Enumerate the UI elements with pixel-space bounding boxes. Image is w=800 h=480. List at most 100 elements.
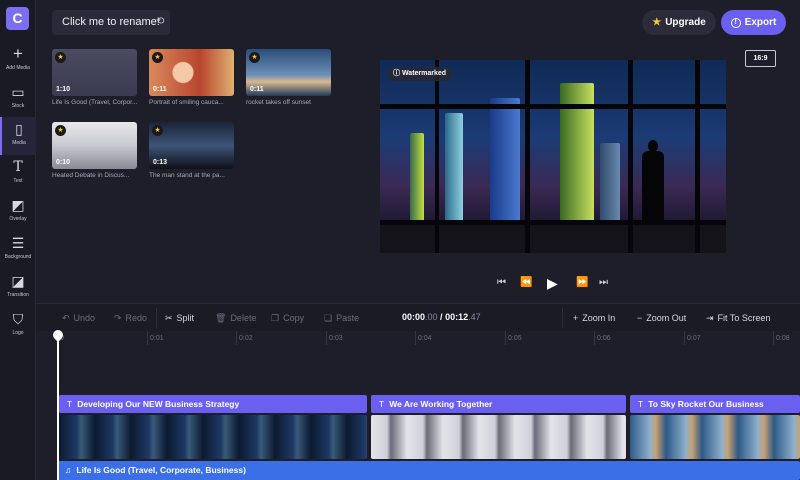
ruler-tick: 0:02 bbox=[239, 335, 253, 342]
delete-button[interactable]: 🗑 Delete bbox=[215, 309, 256, 328]
media-item[interactable]: ★ 0:13 The man stand at the pa... bbox=[149, 122, 234, 179]
sidebar-item-media[interactable]: ▯ Media bbox=[0, 117, 36, 155]
video-clip[interactable] bbox=[59, 415, 367, 459]
media-item[interactable]: ★ 0:10 Heated Debate in Discus... bbox=[52, 122, 137, 179]
delete-label: Delete bbox=[230, 313, 257, 323]
premium-star-icon: ★ bbox=[55, 52, 66, 63]
sidebar-item-stock[interactable]: ▭ Stock bbox=[0, 80, 36, 118]
sidebar-item-label: Overlay bbox=[9, 216, 27, 222]
redo-icon: ↷ bbox=[114, 313, 122, 323]
media-thumbnail: ★ 0:13 bbox=[149, 122, 234, 169]
sidebar-item-add-media[interactable]: + Add Media bbox=[0, 42, 36, 80]
sidebar-item-overlay[interactable]: ◩ Overlay bbox=[0, 193, 36, 231]
skip-to-start-icon[interactable]: ⏮ bbox=[497, 277, 506, 288]
sync-icon[interactable]: ⟲ bbox=[156, 16, 164, 27]
text-icon: T bbox=[67, 399, 73, 409]
ruler-tick-line bbox=[773, 331, 774, 345]
overlay-icon: ◩ bbox=[11, 197, 25, 213]
media-item[interactable]: ★ 1:10 Life Is Good (Travel, Corpor... bbox=[52, 49, 137, 106]
sidebar-item-label: Add Media bbox=[6, 65, 30, 71]
building-shape bbox=[490, 98, 520, 223]
zoom-out-button[interactable]: − Zoom Out bbox=[637, 309, 686, 328]
split-button[interactable]: ✂ Split bbox=[165, 309, 194, 328]
timeline-ruler[interactable]: 0 0:01 0:02 0:03 0:04 0:05 0:06 0:07 0:0… bbox=[36, 331, 800, 351]
premium-star-icon: ★ bbox=[152, 52, 163, 63]
media-duration: 0:10 bbox=[56, 159, 71, 166]
sidebar-item-label: Stock bbox=[11, 103, 25, 109]
ruler-tick-line bbox=[236, 331, 237, 345]
media-thumbnail: ★ 0:11 bbox=[149, 49, 234, 96]
ruler-tick: 0:08 bbox=[776, 335, 790, 342]
watermark-badge: ⓘ Watermarked bbox=[388, 67, 452, 81]
media-thumbnail: ★ 0:10 bbox=[52, 122, 137, 169]
video-clip[interactable] bbox=[630, 415, 800, 459]
sidebar-item-label: Transition bbox=[7, 292, 29, 298]
undo-button[interactable]: ↶ Undo bbox=[62, 309, 95, 328]
export-label: Export bbox=[744, 17, 777, 28]
copy-icon: ❐ bbox=[271, 313, 280, 323]
video-preview[interactable]: ⓘ Watermarked bbox=[380, 60, 726, 253]
redo-button[interactable]: ↷ Redo bbox=[114, 309, 147, 328]
copy-label: Copy bbox=[283, 313, 305, 323]
copy-button[interactable]: ❐ Copy bbox=[271, 309, 304, 328]
toolbar-divider bbox=[562, 308, 563, 328]
text-icon: T bbox=[379, 399, 385, 409]
time-current: 00:00 bbox=[402, 312, 426, 322]
window-frame bbox=[435, 60, 439, 253]
media-duration: 0:11 bbox=[250, 86, 264, 93]
skip-to-end-icon[interactable]: ⏭ bbox=[599, 277, 608, 288]
stock-icon: ▭ bbox=[11, 84, 25, 100]
media-thumbnail: ★ 0:11 bbox=[246, 49, 331, 96]
sidebar-item-label: Background bbox=[4, 254, 32, 260]
zoom-in-label: Zoom In bbox=[582, 313, 616, 323]
media-item[interactable]: ★ 0:11 rocket takes off sunset bbox=[246, 49, 331, 106]
media-title: Portrait of smiling cauca... bbox=[149, 99, 224, 106]
redo-label: Redo bbox=[125, 313, 148, 323]
sidebar-item-label: Text bbox=[13, 178, 23, 184]
sidebar-item-logo[interactable]: ⛉ Logo bbox=[0, 307, 36, 345]
project-name-field[interactable]: Click me to rename! bbox=[52, 10, 170, 35]
time-total-ms: .47 bbox=[468, 312, 481, 322]
text-clip[interactable]: T Developing Our NEW Business Strategy bbox=[59, 395, 367, 413]
play-icon[interactable]: ▶ bbox=[547, 275, 558, 292]
text-clip[interactable]: T We Are Working Together bbox=[371, 395, 626, 413]
music-note-icon: ♫ bbox=[65, 465, 72, 475]
app-logo[interactable]: C bbox=[6, 7, 29, 30]
sidebar-item-background[interactable]: ☰ Background bbox=[0, 231, 36, 269]
text-clip[interactable]: T To Sky Rocket Our Business bbox=[630, 395, 800, 413]
fit-to-screen-button[interactable]: ⇥ Fit To Screen bbox=[706, 309, 770, 328]
upgrade-button[interactable]: ★ Upgrade bbox=[642, 10, 716, 35]
paste-button[interactable]: ❏ Paste bbox=[324, 309, 359, 328]
media-item[interactable]: ★ 0:11 Portrait of smiling cauca... bbox=[149, 49, 234, 106]
playhead[interactable] bbox=[57, 331, 59, 480]
info-icon: ⓘ bbox=[393, 70, 402, 77]
trash-icon: 🗑 bbox=[215, 313, 227, 323]
audio-clip[interactable]: ♫ Life Is Good (Travel, Corporate, Busine… bbox=[57, 461, 800, 480]
sidebar-item-transition[interactable]: ◪ Transition bbox=[0, 269, 36, 307]
premium-star-icon: ★ bbox=[249, 52, 260, 63]
plus-icon: + bbox=[13, 44, 23, 63]
ruler-tick: 0:03 bbox=[329, 335, 343, 342]
rewind-icon[interactable]: ⏪ bbox=[520, 277, 532, 288]
ruler-tick: 0:06 bbox=[597, 335, 611, 342]
ruler-tick-line bbox=[505, 331, 506, 345]
time-total: 00:12 bbox=[445, 312, 469, 322]
video-clip[interactable] bbox=[371, 415, 626, 459]
export-button[interactable]: ! Export bbox=[721, 10, 786, 35]
window-frame bbox=[628, 60, 633, 253]
media-duration: 1:10 bbox=[56, 86, 71, 93]
star-icon: ★ bbox=[652, 17, 662, 28]
text-icon: T bbox=[638, 399, 644, 409]
sidebar-item-label: Media bbox=[12, 140, 26, 146]
sidebar: C + Add Media ▭ Stock ▯ Media T Text ◩ O… bbox=[0, 0, 36, 480]
sidebar-item-text[interactable]: T Text bbox=[0, 155, 36, 193]
window-frame bbox=[525, 60, 530, 253]
fast-forward-icon[interactable]: ⏩ bbox=[576, 277, 588, 288]
media-title: Heated Debate in Discus... bbox=[52, 172, 130, 179]
aspect-ratio-button[interactable]: 16:9 bbox=[745, 50, 776, 67]
window-frame bbox=[695, 60, 700, 253]
zoom-in-button[interactable]: + Zoom In bbox=[573, 309, 615, 328]
plus-icon: + bbox=[573, 313, 579, 323]
media-icon: ▯ bbox=[15, 121, 23, 137]
toolbar-divider bbox=[156, 308, 157, 328]
